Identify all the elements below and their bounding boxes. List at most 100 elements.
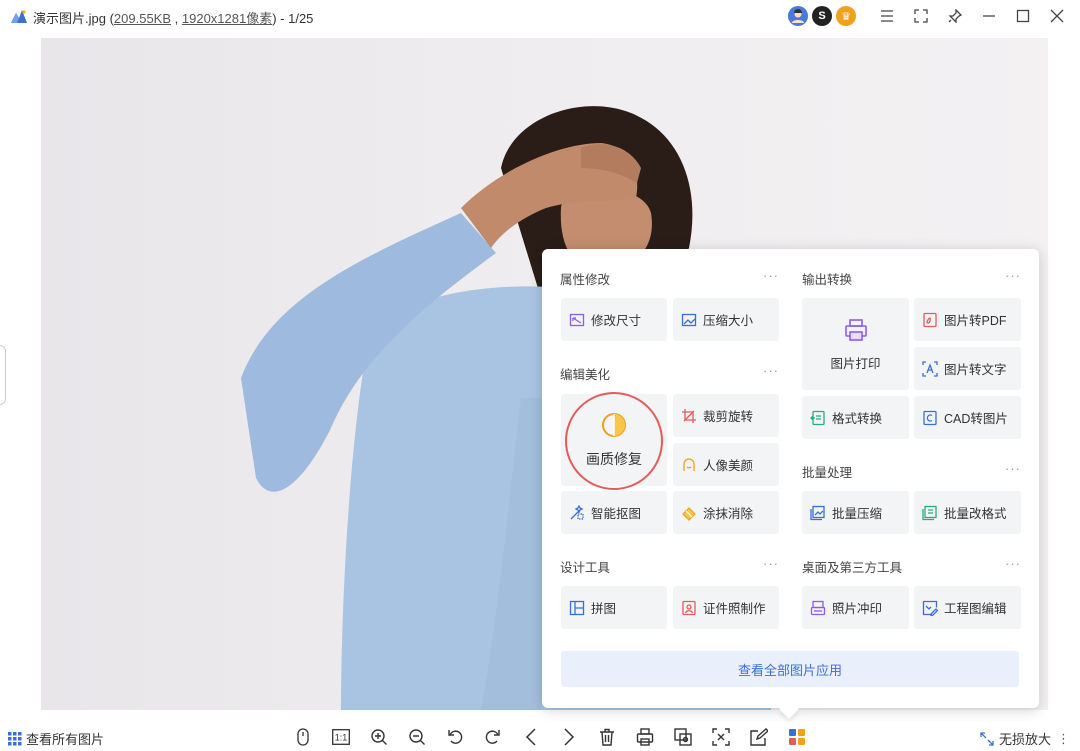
rotate-right-icon[interactable] (474, 726, 512, 748)
section-title-edit: 编辑美化 (560, 368, 611, 382)
photo-print-label: 照片冲印 (832, 602, 883, 616)
id-photo-tile[interactable]: 证件照制作 (673, 586, 779, 629)
to-pdf-tile[interactable]: 图片转PDF (914, 298, 1021, 341)
batch-compress-icon (810, 505, 826, 521)
cad-label: CAD转图片 (944, 412, 1008, 426)
format-label: 格式转换 (832, 412, 883, 426)
lossless-zoom-button[interactable]: 无损放大 ⋮ (980, 729, 1070, 748)
photo-print-tile[interactable]: 照片冲印 (802, 586, 909, 629)
format-convert-icon (810, 410, 826, 426)
photo-print-icon (810, 600, 826, 616)
collage-label: 拼图 (591, 602, 617, 616)
more-icon[interactable]: ··· (763, 268, 779, 283)
more-icon[interactable]: ··· (1005, 461, 1021, 476)
more-icon[interactable]: ··· (1005, 268, 1021, 283)
sidebar-toggle-handle[interactable] (0, 345, 6, 405)
crown-badge-icon[interactable]: ♛ (836, 6, 856, 26)
view-all-pictures-button[interactable]: 查看所有图片 (8, 729, 104, 748)
apps-icon[interactable] (778, 726, 816, 748)
section-title-batch: 批量处理 (802, 466, 853, 480)
lossless-zoom-label: 无损放大 (998, 732, 1051, 747)
section-title-design: 设计工具 (560, 561, 611, 575)
zoom-out-icon[interactable] (398, 726, 436, 748)
title-file-size[interactable]: 209.55KB (114, 11, 171, 26)
more-icon[interactable]: ··· (763, 556, 779, 571)
eng-edit-tile[interactable]: 工程图编辑 (914, 586, 1021, 629)
drawing-edit-icon (922, 600, 938, 616)
rotate-left-icon[interactable] (436, 726, 474, 748)
mouse-icon[interactable] (284, 726, 322, 748)
print-icon[interactable] (626, 726, 664, 748)
s-badge-icon[interactable]: S (812, 6, 832, 26)
batch-format-tile[interactable]: 批量改格式 (914, 491, 1021, 534)
actual-size-label: 1:1 (335, 733, 348, 743)
previous-icon[interactable] (512, 726, 550, 748)
cad-tile[interactable]: CAD转图片 (914, 396, 1021, 439)
crop-rotate-tile[interactable]: 裁剪旋转 (673, 394, 779, 437)
window-title: 演示图片.jpg (209.55KB , 1920x1281像素) - 1/25 (33, 8, 313, 27)
eraser-icon (681, 505, 697, 521)
zoom-in-icon[interactable] (360, 726, 398, 748)
next-icon[interactable] (550, 726, 588, 748)
minimize-icon[interactable] (974, 4, 1004, 28)
close-icon[interactable] (1042, 4, 1072, 28)
resize-icon (569, 312, 585, 328)
title-dimensions[interactable]: 1920x1281像素 (182, 11, 272, 26)
crop-icon (681, 408, 697, 424)
collage-tile[interactable]: 拼图 (561, 586, 667, 629)
crop-rotate-label: 裁剪旋转 (703, 410, 754, 424)
resize-tile[interactable]: 修改尺寸 (561, 298, 667, 341)
print-label: 图片打印 (830, 356, 881, 371)
expand-icon (980, 731, 994, 746)
format-tile[interactable]: 格式转换 (802, 396, 909, 439)
magic-wand-icon (569, 504, 585, 521)
avatar-badge-icon[interactable] (788, 6, 808, 26)
enhance-label: 画质修复 (586, 451, 642, 467)
title-comma: , (171, 11, 182, 26)
title-filename: 演示图片.jpg (33, 11, 106, 26)
view-all-apps-button[interactable]: 查看全部图片应用 (561, 651, 1019, 687)
to-pdf-label: 图片转PDF (944, 314, 1007, 328)
enhance-icon (600, 411, 628, 439)
to-text-label: 图片转文字 (944, 363, 1007, 377)
resize-label: 修改尺寸 (591, 314, 642, 328)
compress-tile[interactable]: 压缩大小 (673, 298, 779, 341)
grid-icon (8, 731, 22, 746)
delete-icon[interactable] (588, 726, 626, 748)
app-logo-icon (11, 10, 27, 23)
title-paren: ( (105, 11, 114, 26)
section-title-attributes: 属性修改 (560, 273, 611, 287)
pin-icon[interactable] (940, 4, 970, 28)
id-photo-label: 证件照制作 (703, 602, 766, 616)
more-icon[interactable]: ··· (763, 363, 779, 378)
enhance-tile[interactable]: 画质修复 (561, 394, 667, 486)
text-recognition-icon (922, 360, 938, 377)
section-title-output: 输出转换 (802, 273, 853, 287)
batch-compress-tile[interactable]: 批量压缩 (802, 491, 909, 534)
title-index: ) - 1/25 (272, 11, 314, 26)
more-vertical-icon[interactable]: ⋮ (1057, 731, 1070, 747)
beauty-tile[interactable]: 人像美颜 (673, 443, 779, 486)
cad-icon (922, 410, 938, 426)
beauty-label: 人像美颜 (703, 459, 754, 473)
window-controls: S ♛ (788, 4, 1072, 28)
actual-size-button[interactable]: 1:1 (322, 726, 360, 748)
edit-icon[interactable] (740, 726, 778, 748)
print-tile[interactable]: 图片打印 (802, 298, 909, 390)
more-icon[interactable]: ··· (1005, 556, 1021, 571)
to-text-tile[interactable]: 图片转文字 (914, 347, 1021, 390)
collage-icon (569, 600, 585, 616)
batch-format-icon (922, 505, 938, 521)
screenshot-icon[interactable] (702, 726, 740, 748)
menu-icon[interactable] (872, 4, 902, 28)
id-photo-icon (681, 600, 697, 616)
fullscreen-icon[interactable] (906, 4, 936, 28)
printer-icon (843, 317, 869, 343)
face-icon (681, 457, 697, 473)
convert-icon[interactable] (664, 726, 702, 748)
erase-tile[interactable]: 涂抹消除 (673, 491, 779, 534)
batch-format-label: 批量改格式 (944, 507, 1007, 521)
maximize-icon[interactable] (1008, 4, 1038, 28)
cutout-tile[interactable]: 智能抠图 (561, 491, 667, 534)
image-tools: 1:1 (284, 726, 816, 748)
